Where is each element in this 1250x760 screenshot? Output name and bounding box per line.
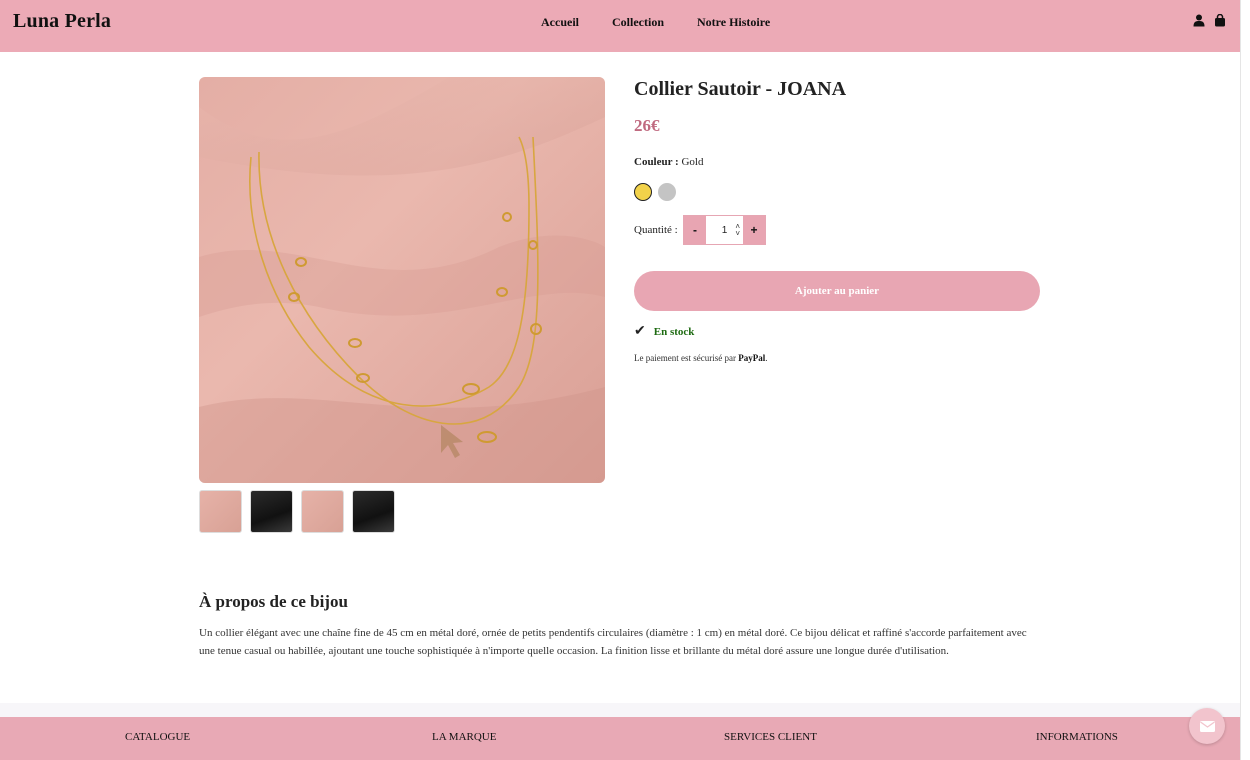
user-icon[interactable] bbox=[1193, 14, 1205, 27]
main-nav: Accueil Collection Notre Histoire bbox=[541, 15, 803, 30]
header-icons bbox=[1193, 13, 1226, 27]
color-swatches bbox=[634, 183, 676, 201]
add-to-cart-button[interactable]: Ajouter au panier bbox=[634, 271, 1040, 311]
paypal-label: PayPal bbox=[738, 353, 766, 363]
nav-item-accueil[interactable]: Accueil bbox=[541, 15, 579, 30]
stock-status: ✔ En stock bbox=[634, 323, 694, 340]
nav-item-notre-histoire[interactable]: Notre Histoire bbox=[697, 15, 770, 30]
site-header: Luna Perla Accueil Collection Notre Hist… bbox=[0, 0, 1240, 52]
envelope-icon bbox=[1199, 720, 1215, 732]
color-value: Gold bbox=[681, 156, 704, 168]
thumbnail-1[interactable] bbox=[199, 490, 242, 533]
product-main-image[interactable] bbox=[199, 77, 605, 483]
about-title: À propos de ce bijou bbox=[199, 592, 348, 611]
secure-suffix: . bbox=[765, 353, 768, 363]
nav-item-collection[interactable]: Collection bbox=[612, 15, 664, 30]
thumbnail-3[interactable] bbox=[301, 490, 344, 533]
spinner-arrows-icon[interactable]: ˄ ˅ bbox=[735, 223, 740, 238]
quantity-plus-button[interactable]: + bbox=[743, 216, 765, 244]
footer-la-marque[interactable]: LA MARQUE bbox=[432, 731, 496, 743]
about-text: Un collier élégant avec une chaîne fine … bbox=[199, 627, 1027, 657]
site-footer: CATALOGUE LA MARQUE SERVICES CLIENT INFO… bbox=[0, 717, 1240, 760]
footer-separator bbox=[0, 703, 1240, 717]
quantity-stepper: - 1 ˄ ˅ + bbox=[683, 215, 766, 245]
thumbnail-4[interactable] bbox=[352, 490, 395, 533]
checkmark-icon: ✔ bbox=[634, 324, 646, 339]
quantity-label: Quantité : bbox=[634, 224, 678, 236]
necklace-illustration bbox=[199, 77, 605, 483]
quantity-value: 1 bbox=[721, 224, 728, 236]
footer-catalogue[interactable]: CATALOGUE bbox=[125, 731, 190, 743]
shopping-bag-icon[interactable] bbox=[1214, 13, 1226, 27]
window-edge bbox=[1240, 0, 1250, 760]
footer-informations[interactable]: INFORMATIONS bbox=[1036, 731, 1118, 743]
swatch-silver[interactable] bbox=[658, 183, 676, 201]
stock-text: En stock bbox=[653, 325, 695, 338]
quantity-input[interactable]: 1 ˄ ˅ bbox=[706, 216, 743, 244]
secure-prefix: Le paiement est sécurisé par bbox=[634, 353, 736, 363]
color-label: Couleur : bbox=[634, 156, 679, 168]
swatch-gold[interactable] bbox=[634, 183, 652, 201]
quantity-minus-button[interactable]: - bbox=[684, 216, 706, 244]
product-thumbnails bbox=[199, 490, 395, 533]
thumbnail-2[interactable] bbox=[250, 490, 293, 533]
secure-payment-note: Le paiement est sécurisé par PayPal. bbox=[634, 353, 767, 363]
footer-services-client[interactable]: SERVICES CLIENT bbox=[724, 731, 817, 743]
chat-button[interactable] bbox=[1189, 708, 1225, 744]
product-title: Collier Sautoir - JOANA bbox=[634, 78, 847, 100]
product-price: 26€ bbox=[634, 116, 660, 135]
site-logo[interactable]: Luna Perla bbox=[13, 10, 111, 33]
color-row: Couleur : Gold bbox=[634, 156, 703, 168]
